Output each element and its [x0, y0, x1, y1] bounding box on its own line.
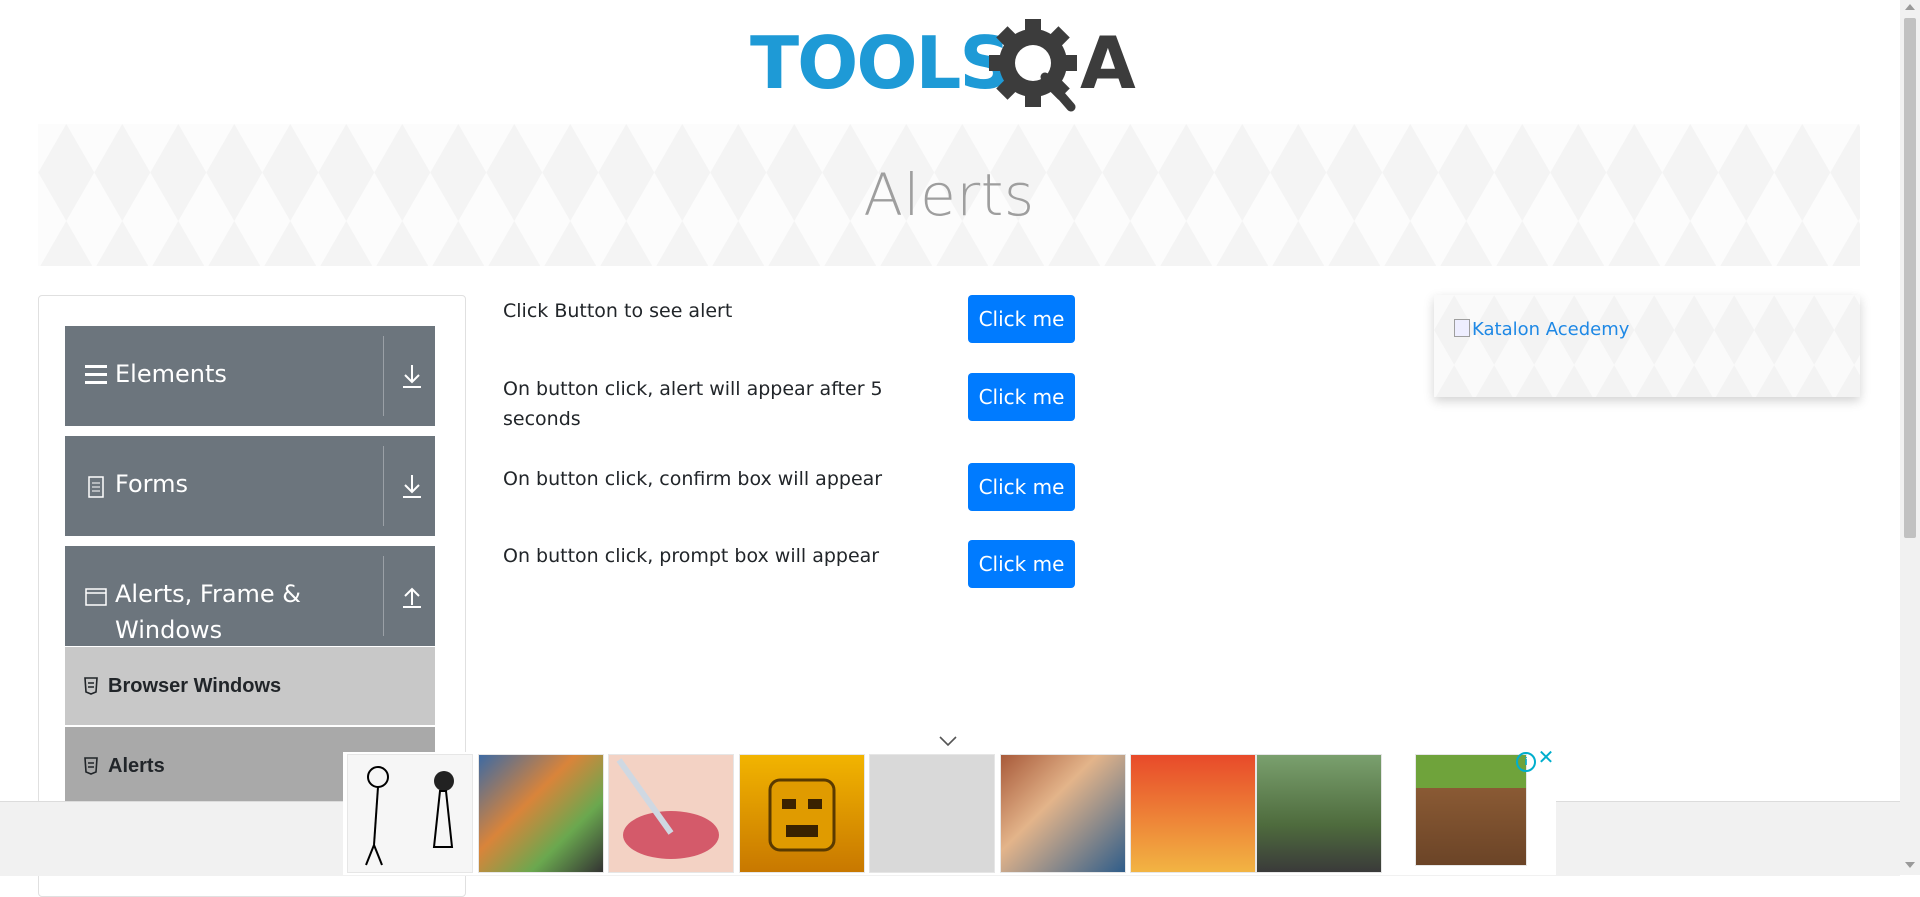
sidebar-group-forms[interactable]: Forms	[65, 436, 435, 536]
sidebar-group-label: Forms	[115, 470, 188, 498]
ad-thumb-papas-cheeseria[interactable]	[1130, 754, 1256, 873]
ad-thumb-temple-run[interactable]	[739, 754, 865, 873]
prompt-button[interactable]: Click me	[968, 540, 1075, 588]
info-icon[interactable]: i	[1516, 752, 1536, 772]
alert-button[interactable]: Click me	[968, 295, 1075, 343]
window-icon	[85, 586, 107, 608]
ad-thumb-minecraft[interactable]	[1415, 754, 1527, 866]
confirm-row-text: On button click, confirm box will appear	[503, 468, 883, 490]
katalon-ad-link[interactable]: Katalon Acedemy	[1454, 319, 1629, 340]
ad-thumb-grand-theft-auto-v-cover[interactable]	[478, 754, 604, 873]
timer-alert-row-text-line2: seconds	[503, 408, 581, 430]
timer-alert-button[interactable]: Click me	[968, 373, 1075, 421]
gear-icon	[989, 19, 1077, 112]
document-icon	[85, 476, 107, 498]
page-banner: Alerts	[38, 124, 1860, 266]
confirm-button[interactable]: Click me	[968, 463, 1075, 511]
ad-thumb-whack-your-neighbour[interactable]	[869, 754, 995, 873]
alert-row-text: Click Button to see alert	[503, 300, 733, 322]
list-icon	[83, 757, 99, 775]
ad-thumb-comic-couple[interactable]	[347, 754, 473, 873]
divider	[383, 556, 384, 636]
divider	[383, 336, 384, 416]
page-title: Alerts	[863, 161, 1035, 229]
download-icon[interactable]	[395, 359, 429, 393]
vertical-scrollbar[interactable]	[1900, 0, 1920, 875]
sidebar-group-elements[interactable]: Elements	[65, 326, 435, 426]
toolsqa-logo[interactable]: TOOLS A	[750, 18, 1155, 113]
sidebar-group-label: Elements	[115, 360, 227, 388]
hamburger-icon	[85, 363, 107, 385]
sidebar-item-label: Browser Windows	[108, 675, 282, 697]
logo-text-tools: TOOLS	[750, 21, 1009, 105]
logo-text-a: A	[1080, 21, 1136, 105]
ad-thumb-soldier-game[interactable]	[1256, 754, 1382, 873]
ad-thumb-lip-filler[interactable]	[608, 754, 734, 873]
katalon-ad-box: Katalon Acedemy	[1434, 295, 1860, 397]
upload-icon[interactable]	[395, 579, 429, 613]
sidebar-item-browser-windows[interactable]: Browser Windows	[65, 647, 435, 725]
sidebar-group-label: Windows	[115, 616, 223, 644]
sidebar-item-label: Alerts	[108, 755, 165, 777]
divider	[383, 446, 384, 526]
sidebar-group-label: Alerts, Frame &	[115, 580, 302, 608]
katalon-ad-link-text: Katalon Acedemy	[1472, 319, 1630, 340]
close-icon[interactable]: ✕	[1536, 748, 1556, 768]
ad-thumb-grand-theft-auto-v[interactable]	[1000, 754, 1126, 873]
scroll-down-icon[interactable]	[1905, 862, 1915, 868]
sidebar-group-alerts-frame-windows[interactable]: Alerts, Frame & Windows	[65, 546, 435, 646]
chevron-down-icon[interactable]	[938, 734, 958, 747]
timer-alert-row-text-line1: On button click, alert will appear after…	[503, 378, 883, 400]
prompt-row-text: On button click, prompt box will appear	[503, 545, 880, 567]
download-icon[interactable]	[395, 469, 429, 503]
scroll-up-icon[interactable]	[1905, 4, 1915, 10]
scroll-thumb[interactable]	[1904, 18, 1916, 538]
broken-image-icon	[1454, 319, 1470, 337]
list-icon	[83, 677, 99, 695]
